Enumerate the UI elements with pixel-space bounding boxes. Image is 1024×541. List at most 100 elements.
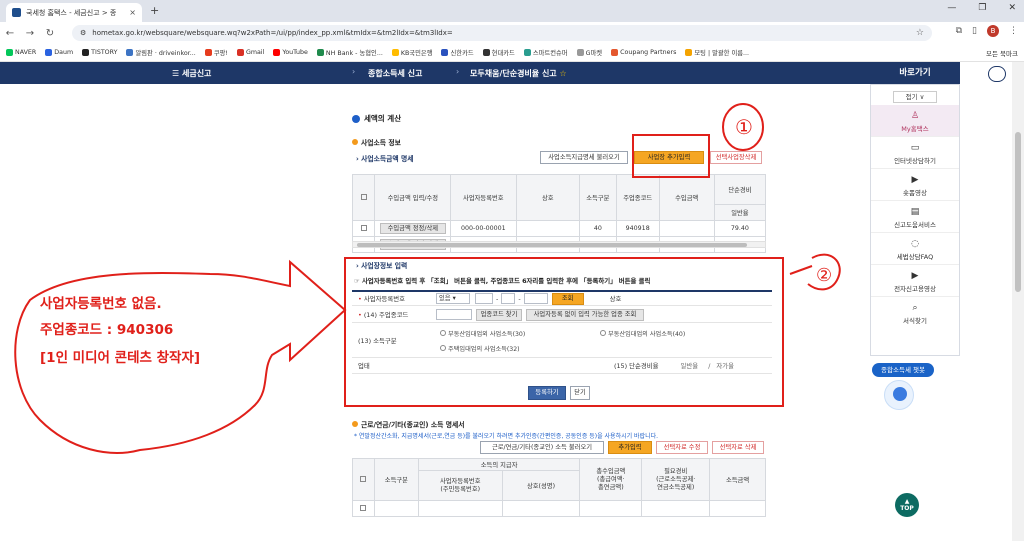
browser-tab[interactable]: 국세청 홈택스 - 세금신고 > 종 × bbox=[6, 3, 142, 22]
load-payment-button[interactable]: 사업소득지급명세 불러오기 bbox=[540, 151, 628, 164]
forward-icon[interactable]: → bbox=[20, 28, 40, 39]
address-toolbar: ← → ↻ ⚙ hometax.go.kr/websquare/websquar… bbox=[0, 22, 1024, 44]
cell-industry-code: 940918 bbox=[615, 220, 660, 237]
chat-bubble-icon[interactable] bbox=[988, 66, 1006, 82]
bookmark-item[interactable]: YouTube bbox=[273, 49, 308, 56]
cell-reg-no: 000-00-00001 bbox=[450, 220, 517, 237]
col-income-amount: 수입금액 bbox=[658, 174, 715, 221]
load-wage-income-button[interactable]: 근로/연금/기타(종교인) 소득 불러오기 bbox=[480, 441, 604, 454]
bookmark-item[interactable]: 스마트컨슈머 bbox=[523, 48, 568, 57]
quick-links-sidebar: 접기 ∨ ♙ My홈택스 ▭ 인터넷상담하기 ▶ 숏폼영상 ▤ 신고도움서비스 ◌ 세법상… bbox=[870, 84, 960, 356]
delete-selected-data-button[interactable]: 선택자료 삭제 bbox=[712, 441, 764, 454]
fold-button[interactable]: 접기 ∨ bbox=[893, 91, 937, 103]
table-row bbox=[352, 500, 766, 517]
bookmark-item[interactable]: NH Bank - 농협인... bbox=[316, 48, 383, 57]
bookmark-item[interactable]: 알림판 · driveinkor... bbox=[126, 48, 196, 57]
annotation-box-add-business bbox=[632, 134, 710, 178]
sidebar-item-filing-help[interactable]: ▤ 신고도움서비스 bbox=[871, 201, 959, 233]
col-simple-expense: 단순경비 bbox=[713, 174, 767, 205]
scrollbar-thumb[interactable] bbox=[357, 243, 747, 247]
maximize-icon[interactable]: ❐ bbox=[978, 3, 986, 13]
breadcrumb-income-tax[interactable]: 종합소득세 신고 bbox=[368, 68, 422, 79]
col-total-income: 총수입금액 (총급여액· 총연금액) bbox=[579, 458, 643, 501]
breadcrumb-simple-expense[interactable]: 모두채움/단순경비율 신고 ☆ bbox=[470, 68, 567, 79]
favorite-star-icon[interactable]: ☆ bbox=[559, 69, 566, 78]
all-bookmarks-folder[interactable]: 모든 북마크 bbox=[986, 48, 1018, 58]
table-horizontal-scrollbar[interactable] bbox=[352, 241, 766, 248]
delete-selected-business-button[interactable]: 선택사업장삭제 bbox=[710, 151, 762, 164]
annotation-text-line3: [1인 미디어 콘테츠 창작자] bbox=[40, 350, 201, 366]
select-all-checkbox[interactable] bbox=[360, 193, 367, 200]
bookmark-item[interactable]: NAVER bbox=[6, 49, 36, 56]
bookmark-item[interactable]: 신한카드 bbox=[441, 48, 474, 57]
biz-amount-link[interactable]: › 사업소득금액 명세 bbox=[356, 153, 414, 163]
sidebar-item-online-consult[interactable]: ▭ 인터넷상담하기 bbox=[871, 137, 959, 169]
menu-tax-filing[interactable]: ☰ 세금신고 bbox=[172, 68, 211, 79]
search-icon: ⌕ bbox=[912, 303, 918, 313]
bookmark-item[interactable]: Coupang Partners bbox=[611, 49, 676, 56]
bookmark-item[interactable]: 현대카드 bbox=[482, 48, 515, 57]
browser-menu-icon[interactable]: ⋮ bbox=[1009, 26, 1018, 36]
sidebar-item-tax-faq[interactable]: ◌ 세법상담FAQ bbox=[871, 233, 959, 265]
chat-icon: ◌ bbox=[911, 239, 919, 249]
url-text: hometax.go.kr/websquare/websquare.wq?w2x… bbox=[92, 29, 453, 37]
scrollbar-thumb[interactable] bbox=[1015, 132, 1021, 292]
reload-icon[interactable]: ↻ bbox=[40, 28, 60, 39]
wage-income-title: 근로/연금/기타(종교인) 소득 명세서 bbox=[352, 419, 464, 429]
minimize-icon[interactable]: — bbox=[947, 3, 956, 13]
quick-links-header: 바로가기 bbox=[870, 62, 960, 84]
select-all-checkbox[interactable] bbox=[360, 475, 367, 482]
person-icon: ♙ bbox=[910, 111, 920, 121]
wage-income-table: 소득구분 소득의 지급자 총수입금액 (총급여액· 총연금액) 필요경비 (근로… bbox=[352, 458, 766, 517]
window-controls: — ❐ ✕ bbox=[947, 3, 1016, 13]
table-row: 수입금액 정정/삭제 000-00-00001 40 940918 79.40 bbox=[351, 220, 767, 237]
close-window-icon[interactable]: ✕ bbox=[1008, 3, 1016, 13]
col-reg-no: 사업자등록번호 bbox=[450, 174, 517, 221]
tab-title: 국세청 홈택스 - 세금신고 > 종 bbox=[26, 8, 117, 17]
chatbot-mascot-icon[interactable] bbox=[884, 380, 914, 410]
browser-tab-bar: 국세청 홈택스 - 세금신고 > 종 × + — ❐ ✕ bbox=[0, 0, 1024, 22]
back-icon[interactable]: ← bbox=[0, 28, 20, 39]
bookmark-item[interactable]: TISTORY bbox=[82, 49, 117, 56]
bookmark-item[interactable]: Gmail bbox=[236, 49, 264, 56]
tab-close-icon[interactable]: × bbox=[129, 8, 136, 17]
sidebar-item-form-search[interactable]: ⌕ 서식찾기 bbox=[871, 297, 959, 329]
col-income-type: 소득구분 bbox=[578, 174, 617, 221]
bookmark-star-icon[interactable]: ☆ bbox=[916, 28, 924, 38]
site-info-icon[interactable]: ⚙ bbox=[80, 29, 86, 37]
profile-avatar[interactable]: B bbox=[987, 25, 999, 37]
col-income-type: 소득구분 bbox=[373, 458, 419, 501]
bookmark-item[interactable]: 쿠팡! bbox=[204, 48, 228, 57]
edit-selected-data-button[interactable]: 선택자료 수정 bbox=[656, 441, 708, 454]
bookmark-item[interactable]: 모팅 | 말괄한 이름... bbox=[685, 48, 749, 57]
section-title: 세액의 계산 bbox=[352, 113, 401, 124]
extensions-icon[interactable]: ⧉ bbox=[956, 26, 962, 36]
edit-income-button[interactable]: 수입금액 정정/삭제 bbox=[379, 223, 446, 234]
new-tab-button[interactable]: + bbox=[150, 4, 159, 17]
sidepanel-icon[interactable]: ▯ bbox=[972, 26, 977, 36]
sidebar-item-shortform-video[interactable]: ▶ 숏폼영상 bbox=[871, 169, 959, 201]
scroll-top-button[interactable]: ▲ TOP bbox=[895, 493, 919, 517]
bookmark-item[interactable]: KB국민은행 bbox=[391, 48, 432, 57]
page-scrollbar[interactable] bbox=[1012, 62, 1024, 541]
wage-note: * 연말정산간소화, 지급명세서(근로,연금 등)를 불러오기 하려면 추가인증… bbox=[354, 433, 659, 440]
url-bar[interactable]: ⚙ hometax.go.kr/websquare/websquare.wq?w… bbox=[72, 25, 932, 41]
row-checkbox[interactable] bbox=[360, 224, 367, 231]
bookmark-item[interactable]: G마켓 bbox=[576, 48, 602, 57]
bookmark-item[interactable]: Daum bbox=[45, 49, 73, 56]
col-income-edit: 수입금액 입력/수정 bbox=[374, 174, 452, 221]
add-entry-button[interactable]: 추가입력 bbox=[608, 441, 652, 454]
col-company-name: 상호(성명) bbox=[501, 470, 581, 501]
bullet-icon bbox=[352, 421, 358, 427]
annotation-box-business-form bbox=[344, 257, 784, 407]
biz-info-title: 사업소득 정보 bbox=[352, 137, 401, 147]
annotation-text-line1: 사업자등록번호 없음. bbox=[40, 296, 162, 312]
chatbot-button[interactable]: 종합소득세 챗봇 bbox=[872, 363, 934, 377]
col-reg-no: 사업자등록번호 (주민등록번호) bbox=[417, 470, 503, 501]
row-checkbox[interactable] bbox=[360, 504, 367, 511]
sidebar-item-efiling-video[interactable]: ▶ 전자신고용영상 bbox=[871, 265, 959, 297]
hometax-nav-bar: ☰ 세금신고 › 종합소득세 신고 › 모두채움/단순경비율 신고 ☆ bbox=[0, 62, 870, 84]
bullet-icon bbox=[352, 139, 358, 145]
chevron-right-icon: › bbox=[352, 67, 356, 76]
sidebar-item-my-hometax[interactable]: ♙ My홈택스 bbox=[871, 105, 959, 137]
